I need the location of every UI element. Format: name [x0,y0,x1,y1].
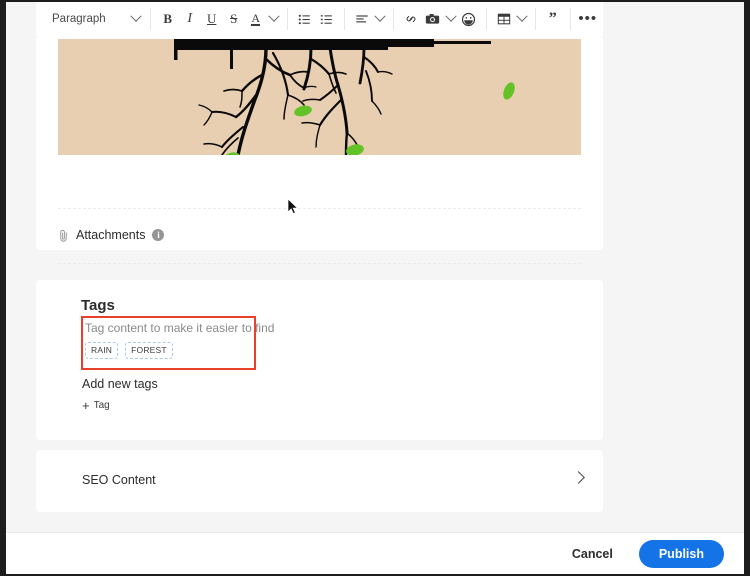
footer-action-bar: Cancel Publish [6,532,744,574]
camera-icon [426,14,440,24]
chevron-down-icon [130,10,142,22]
toolbar-group-style: Paragraph [46,8,151,30]
text-color-button[interactable]: A [245,7,267,31]
info-icon[interactable]: i [152,229,165,241]
toolbar-group-quote: ” [536,8,571,30]
add-new-tags-label: Add new tags [82,377,158,391]
rich-text-editor-toolbar: Paragraph B I U S A ” ••• [36,2,603,36]
seo-content-label: SEO Content [82,473,156,487]
add-tag-button-label: Tag [93,400,110,411]
numbered-list-button[interactable] [316,7,338,31]
tree-roots-illustration [58,39,581,155]
toolbar-group-table [487,8,536,30]
more-options-button[interactable]: ••• [577,7,599,31]
bulleted-list-icon [298,14,310,24]
tag-chip[interactable]: RAIN [85,342,119,359]
chevron-down-icon [516,10,528,22]
emoji-button[interactable] [458,7,480,31]
emoji-icon [462,12,476,26]
tags-hint-text: Tag content to make it easier to find [85,321,275,335]
toolbar-group-formatting: B I U S A [151,8,288,30]
table-icon [497,13,510,25]
publish-button[interactable]: Publish [638,539,724,568]
image-button[interactable] [422,7,444,31]
seo-content-card[interactable]: SEO Content [36,450,603,512]
table-dropdown[interactable] [515,7,529,31]
section-divider [58,208,581,209]
table-button[interactable] [493,7,515,31]
hero-image[interactable] [58,39,581,155]
link-icon [406,15,416,23]
tags-field-highlight[interactable]: Tag content to make it easier to find RA… [81,316,274,370]
tags-card: Tags Tag content to make it easier to fi… [36,280,603,440]
italic-button[interactable]: I [179,7,201,31]
cancel-button[interactable]: Cancel [564,541,621,567]
toolbar-group-more: ••• [571,8,605,30]
strikethrough-button[interactable]: S [223,7,245,31]
text-color-label: A [251,11,261,26]
toolbar-group-align [345,8,394,30]
align-left-button[interactable] [351,7,373,31]
numbered-list-icon [321,14,332,24]
toolbar-group-lists [288,8,345,30]
bulleted-list-button[interactable] [294,7,316,31]
tags-title: Tags [81,297,115,314]
paperclip-icon [60,229,67,242]
bold-button[interactable]: B [157,7,179,31]
attachments-section[interactable]: Attachments i [58,228,165,242]
add-tag-button[interactable]: + Tag [82,399,110,412]
paragraph-style-select[interactable]: Paragraph [52,7,144,31]
paragraph-style-value: Paragraph [52,13,106,25]
image-dropdown[interactable] [444,7,458,31]
content-body-card: Attachments i [36,36,603,264]
chevron-down-icon [445,10,457,22]
chevron-down-icon [374,10,386,22]
section-divider [58,263,581,264]
chevron-right-icon[interactable] [572,471,585,484]
chevron-down-icon [268,10,280,22]
align-left-icon [356,14,368,22]
link-button[interactable] [400,7,422,31]
toolbar-group-insert [394,8,487,30]
application-window: Paragraph B I U S A ” ••• Attachments i … [6,2,744,574]
attachments-label: Attachments [76,228,146,242]
plus-icon: + [82,398,90,413]
underline-button[interactable]: U [201,7,223,31]
tag-chip-list: RAIN FOREST [85,342,173,359]
text-color-dropdown[interactable] [267,7,281,31]
tag-chip[interactable]: FOREST [125,342,173,359]
blockquote-button[interactable]: ” [542,7,564,31]
align-dropdown[interactable] [373,7,387,31]
